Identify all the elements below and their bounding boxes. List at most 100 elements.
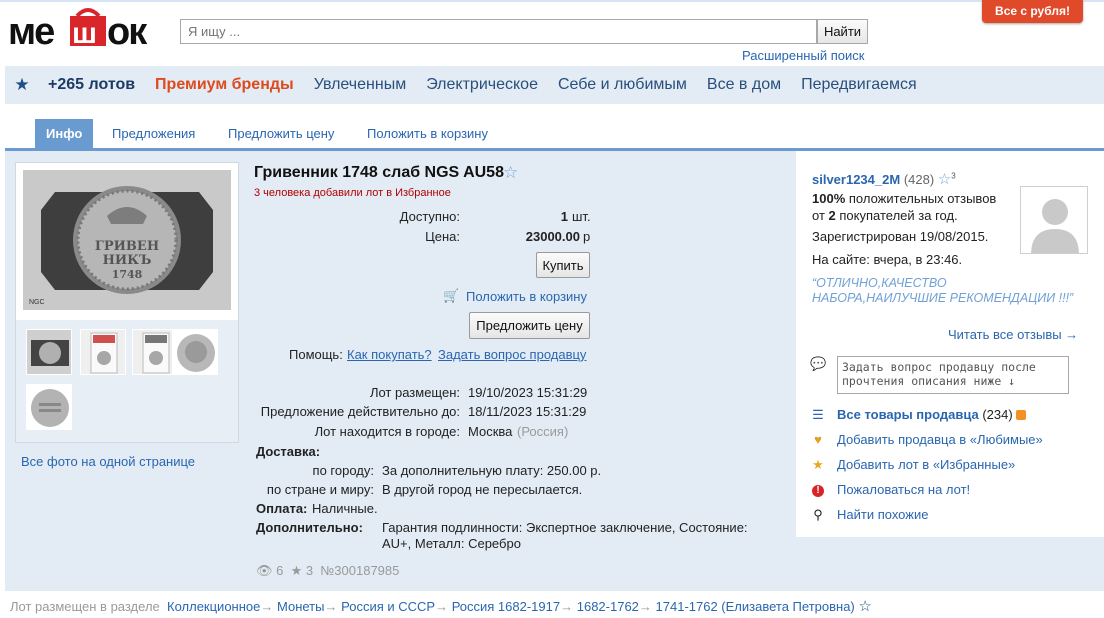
buyers-count: 2: [828, 208, 836, 223]
nav-lots-count[interactable]: +265 лотов: [48, 76, 135, 94]
payment-value: Наличные.: [312, 501, 378, 516]
svg-text:ГРИВЕН: ГРИВЕН: [95, 239, 159, 254]
tab-make-offer[interactable]: Предложить цену: [228, 119, 334, 148]
buyers-text: покупателей за год.: [839, 208, 958, 223]
nav-home[interactable]: Все в дом: [707, 76, 781, 94]
positive-text: положительных отзывов: [848, 191, 997, 206]
buy-button[interactable]: Купить: [536, 252, 590, 278]
seller-avatar[interactable]: [1020, 186, 1088, 254]
eye-icon: 👁: [256, 563, 273, 578]
favorite-section-star-icon[interactable]: ☆: [858, 598, 871, 615]
breadcrumb-item[interactable]: Монеты: [277, 599, 324, 614]
thumbnail[interactable]: [26, 329, 72, 375]
rss-icon[interactable]: [1016, 410, 1027, 420]
site-logo[interactable]: ме ш ок: [8, 8, 170, 53]
seller-rating: (428): [903, 172, 935, 187]
available-label: Доступно:: [399, 209, 460, 224]
city-label: Лот находится в городе:: [314, 424, 460, 439]
extra-value-line-1: Гарантия подлинности: Экспертное заключе…: [382, 520, 748, 535]
delivery-city-label: по городу:: [312, 463, 374, 478]
list-icon: ☰: [812, 407, 824, 422]
all-goods-count: (234): [982, 407, 1013, 422]
breadcrumb-item[interactable]: 1682-1762: [577, 599, 639, 614]
positive-pct: 100%: [812, 191, 846, 206]
favorite-star-icon[interactable]: ☆: [503, 163, 518, 183]
seller-positive: 100% положительных отзывов: [812, 191, 996, 206]
breadcrumb-item[interactable]: Коллекционное: [167, 599, 260, 614]
nav-electric[interactable]: Электрическое: [426, 76, 538, 94]
search-icon: ⚲: [813, 507, 823, 522]
tab-offers[interactable]: Предложения: [112, 119, 195, 148]
thumbnail[interactable]: [26, 384, 72, 430]
lot-tabs: Инфо Предложения Предложить цену Положит…: [5, 119, 1104, 151]
city-country: (Россия): [517, 424, 569, 439]
seller-registered: Зарегистрирован 19/08/2015.: [812, 229, 989, 244]
search-input[interactable]: [180, 19, 817, 44]
lot-number: №300187985: [320, 563, 400, 578]
breadcrumb-item[interactable]: Россия 1682-1917: [452, 599, 560, 614]
price-amount: 23000.00: [525, 229, 580, 244]
alert-icon: !: [810, 481, 826, 497]
breadcrumb: Лот размещен в разделе Коллекционное→ Мо…: [10, 598, 872, 615]
help-label: Помощь:: [289, 347, 343, 362]
thumbnail[interactable]: [172, 329, 218, 375]
seller-online: На сайте: вчера, в 23:46.: [812, 252, 963, 267]
payment-label: Оплата:: [256, 501, 308, 516]
favorites-note: 3 человека добавили лот в Избранное: [254, 187, 451, 199]
city-value: Москва: [468, 424, 513, 439]
make-offer-button[interactable]: Предложить цену: [469, 312, 590, 339]
all-goods-link[interactable]: Все товары продавца: [837, 407, 979, 422]
ask-seller-link[interactable]: Задать вопрос продавцу: [438, 347, 586, 362]
add-lot-favorite-link[interactable]: Добавить лот в «Избранные»: [837, 457, 1015, 472]
add-seller-favorite-link[interactable]: Добавить продавца в «Любимые»: [837, 432, 1043, 447]
all-goods-row: Все товары продавца (234): [837, 407, 1027, 422]
search-button[interactable]: Найти: [817, 19, 868, 44]
seller-name-link[interactable]: silver1234_2M: [812, 172, 900, 187]
chat-bubble-icon: 💬: [810, 356, 827, 371]
extra-value-line-2: AU+, Металл: Серебро: [382, 536, 521, 551]
price-label: Цена:: [425, 229, 460, 244]
photo-gallery: ГРИВЕН НИКЪ 1748 NGC: [15, 162, 239, 443]
promo-badge[interactable]: Все с рубля!: [982, 0, 1083, 23]
seller-header: silver1234_2M (428) ☆3: [812, 170, 956, 188]
complain-link[interactable]: Пожаловаться на лот!: [837, 482, 970, 497]
how-to-buy-link[interactable]: Как покупать?: [347, 347, 432, 362]
heart-icon: ♥: [814, 432, 822, 447]
svg-text:NGC: NGC: [29, 299, 45, 306]
add-to-cart-link[interactable]: Положить в корзину: [466, 289, 587, 304]
all-photos-link[interactable]: Все фото на одной странице: [21, 454, 195, 469]
tab-info[interactable]: Инфо: [35, 119, 94, 148]
advanced-search-link[interactable]: Расширенный поиск: [742, 48, 864, 63]
price-value: 23000.00: [468, 229, 580, 244]
read-reviews-link[interactable]: Читать все отзывы →: [948, 327, 1078, 342]
top-strip: [0, 0, 1104, 2]
tab-add-to-cart[interactable]: Положить в корзину: [367, 119, 488, 148]
breadcrumb-label: Лот размещен в разделе: [10, 599, 160, 614]
lot-stats: 👁 6 ★ 3 №300187985: [256, 563, 399, 579]
lot-title: Гривенник 1748 слаб NGS AU58: [254, 164, 504, 181]
valid-until-label: Предложение действительно до:: [260, 404, 460, 419]
delivery-world-value: В другой город не пересылается.: [382, 482, 583, 497]
views-count: 6: [276, 563, 284, 578]
find-similar-link[interactable]: Найти похожие: [837, 507, 928, 522]
breadcrumb-item[interactable]: 1741-1762 (Елизавета Петровна): [656, 599, 855, 614]
stars-count: 3: [305, 563, 314, 578]
svg-text:ш: ш: [72, 17, 97, 50]
nav-premium-brands[interactable]: Премиум бренды: [155, 76, 294, 94]
star-icon: ★: [290, 563, 303, 578]
valid-until-value: 18/11/2023 15:31:29: [468, 404, 587, 419]
breadcrumb-item[interactable]: Россия и СССР: [341, 599, 435, 614]
nav-loved-ones[interactable]: Себе и любимым: [558, 76, 687, 94]
nav-transport[interactable]: Передвигаемся: [801, 76, 917, 94]
extra-label: Дополнительно:: [256, 520, 363, 535]
thumbnail-strip: [16, 320, 238, 442]
svg-text:ок: ок: [107, 11, 148, 50]
available-value: 1: [468, 209, 568, 224]
star-icon[interactable]: ★: [5, 75, 39, 95]
main-photo[interactable]: ГРИВЕН НИКЪ 1748 NGC: [23, 170, 231, 310]
ask-seller-field[interactable]: Задать вопрос продавцу после прочтения о…: [837, 356, 1069, 394]
thumbnail[interactable]: [80, 329, 126, 375]
cart-icon[interactable]: 🛒: [443, 288, 459, 304]
nav-enthusiasts[interactable]: Увлеченным: [314, 76, 407, 94]
seller-buyers: от 2 покупателей за год.: [812, 208, 958, 223]
